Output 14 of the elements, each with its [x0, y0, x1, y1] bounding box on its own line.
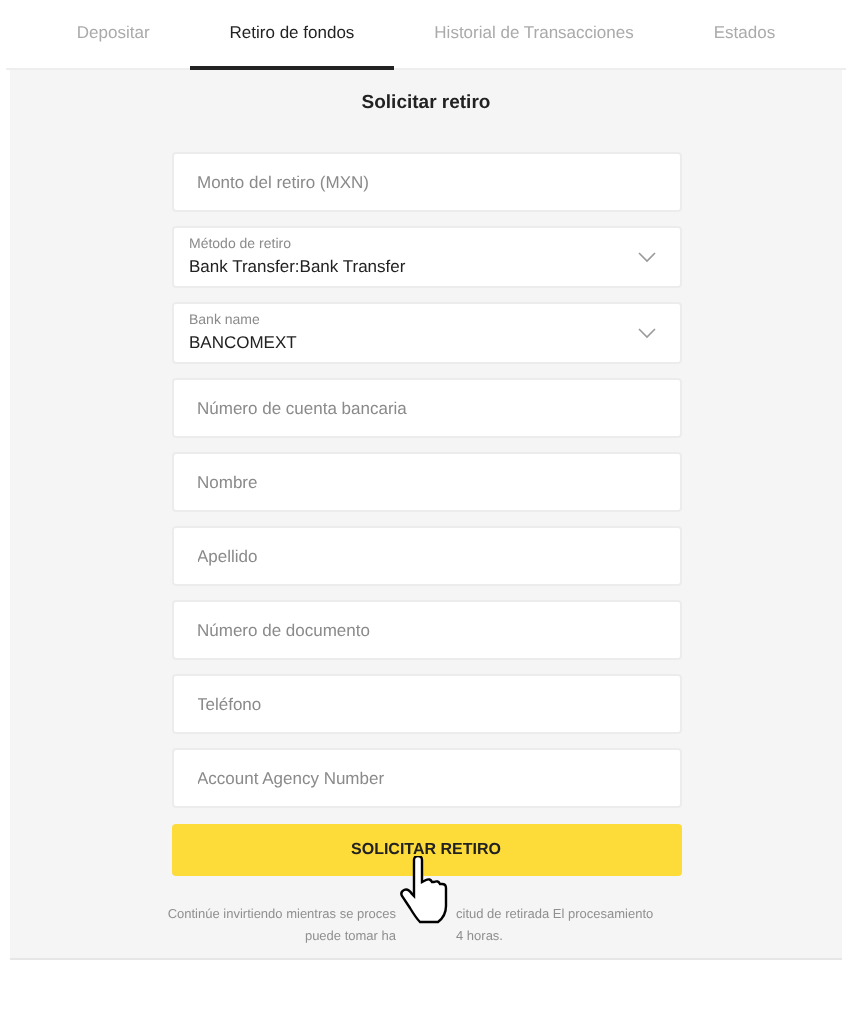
field-value: BANCOMEXT — [189, 331, 297, 353]
chevron-down-icon — [637, 327, 655, 340]
field-value: Bank Transfer:Bank Transfer — [189, 255, 406, 277]
input-field[interactable]: Nombre — [171, 452, 681, 513]
input-field[interactable]: Teléfono — [171, 674, 681, 735]
input-field[interactable]: Número de documento — [171, 600, 681, 661]
input-field[interactable]: Apellido — [171, 526, 681, 587]
submit-button[interactable]: SOLICITAR RETIRO — [171, 824, 681, 877]
input-field[interactable]: Account Agency Number — [171, 748, 681, 809]
chevron-down-icon — [637, 251, 655, 264]
form-title: Solicitar retiro — [361, 90, 491, 118]
input-field[interactable]: Monto del retiro (MXN) — [171, 152, 681, 213]
input-field[interactable]: Número de cuenta bancaria — [171, 378, 681, 439]
hand-cursor-icon — [400, 856, 452, 925]
